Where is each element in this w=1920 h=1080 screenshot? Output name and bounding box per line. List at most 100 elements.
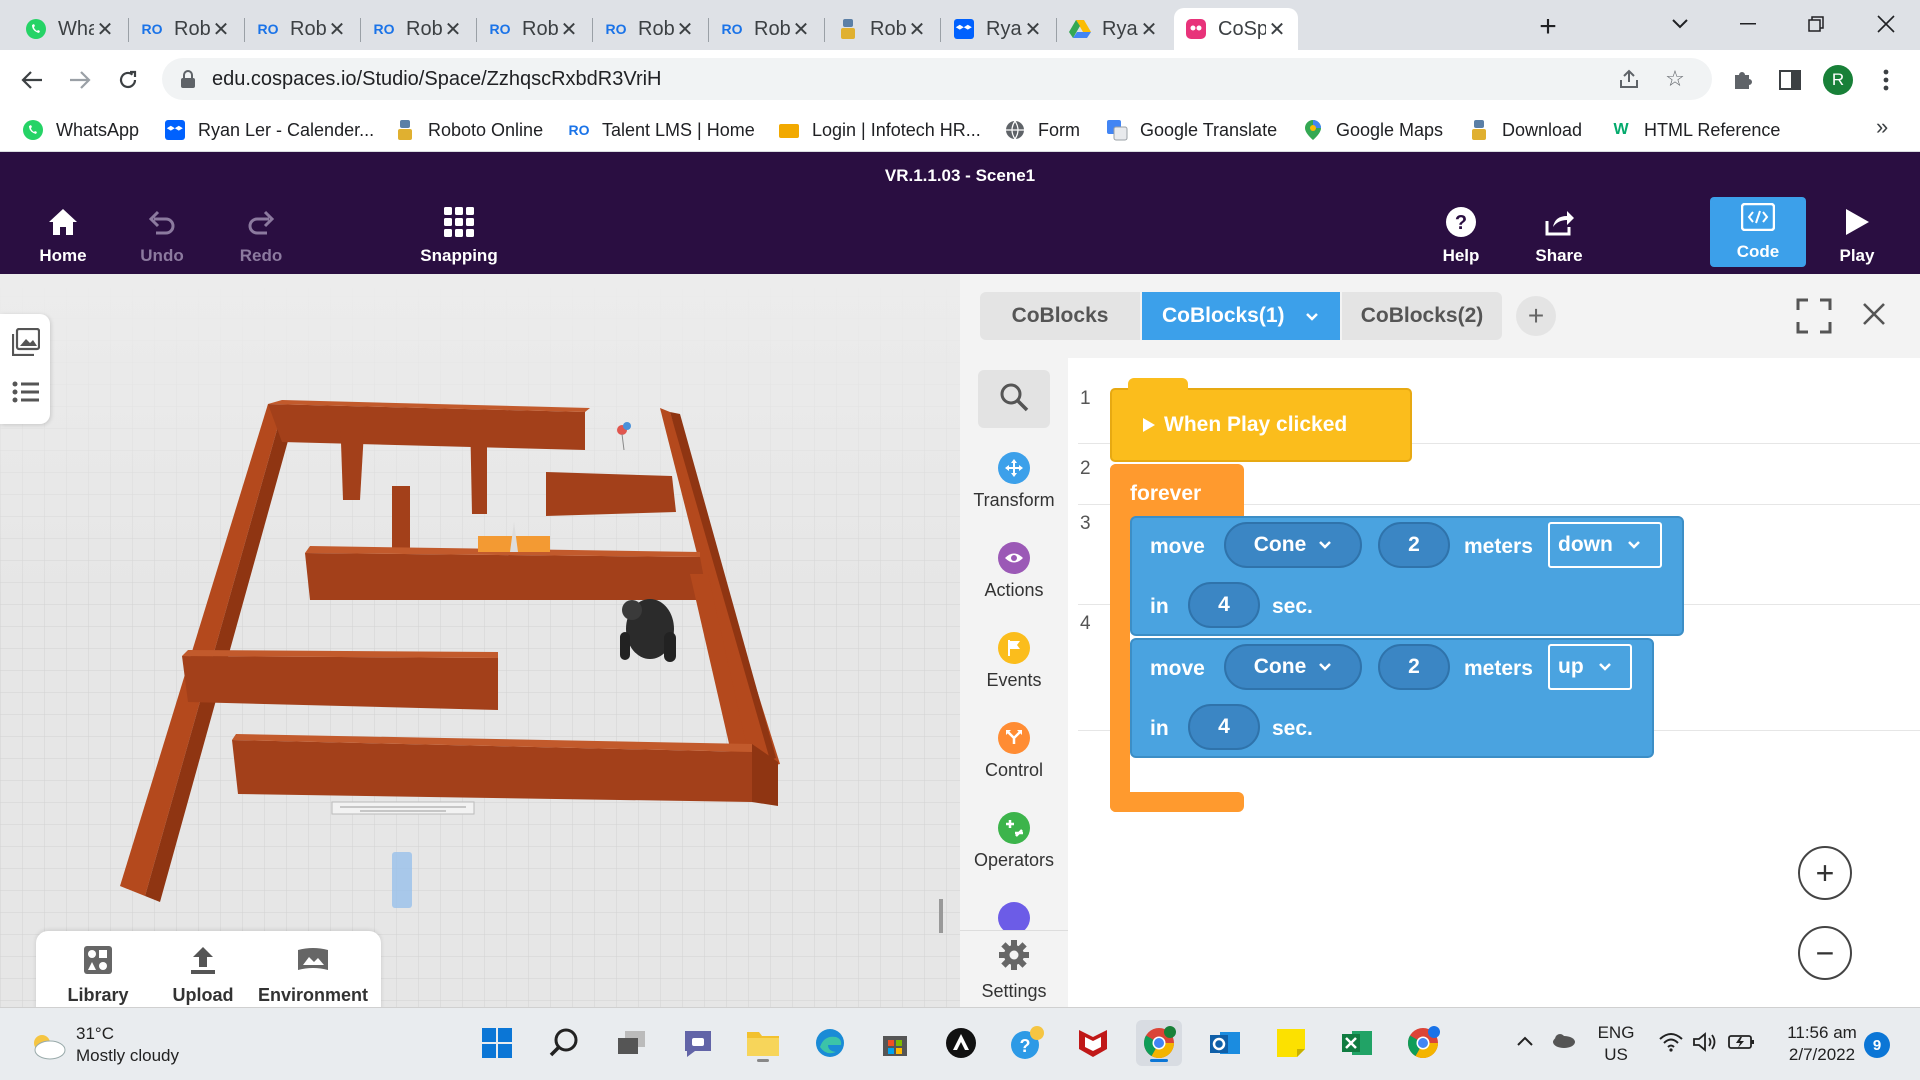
bookmark-item[interactable]: Ryan Ler - Calender... xyxy=(164,116,374,144)
close-window-icon[interactable] xyxy=(1866,6,1906,42)
browser-tab[interactable]: RO Robo✕ xyxy=(478,8,590,50)
browser-tab[interactable]: RO Robo✕ xyxy=(362,8,474,50)
side-panel-icon[interactable] xyxy=(1772,62,1808,98)
close-tab-icon[interactable]: ✕ xyxy=(1138,17,1160,42)
category-operators[interactable]: Operators xyxy=(960,812,1068,871)
fullscreen-icon[interactable] xyxy=(1796,298,1832,334)
add-coblocks-tab-button[interactable]: + xyxy=(1516,296,1556,336)
object-dropdown[interactable]: Cone xyxy=(1224,522,1362,568)
close-tab-icon[interactable]: ✕ xyxy=(1022,17,1044,42)
browser-tab[interactable]: Ryan✕ xyxy=(1058,8,1170,50)
clock[interactable]: 11:56 am 2/7/2022 xyxy=(1772,1022,1872,1066)
new-tab-button[interactable]: + xyxy=(1528,10,1568,44)
outlook-icon[interactable] xyxy=(1202,1020,1248,1066)
category-transform[interactable]: Transform xyxy=(960,452,1068,511)
home-button[interactable]: Home xyxy=(18,200,108,266)
browser-tab[interactable]: CoSp ✕ xyxy=(1174,8,1298,50)
play-button[interactable]: Play xyxy=(1812,200,1902,266)
browser-tab[interactable]: RO Robo✕ xyxy=(246,8,358,50)
share-page-icon[interactable] xyxy=(1614,64,1644,94)
address-bar[interactable]: edu.cospaces.io/Studio/Space/ZzhqscRxbdR… xyxy=(162,58,1712,100)
close-icon[interactable] xyxy=(1854,294,1894,334)
store-icon[interactable] xyxy=(872,1020,918,1066)
onedrive-icon[interactable] xyxy=(1550,1032,1576,1053)
upload-button[interactable]: Upload xyxy=(148,943,258,1006)
scene-viewport[interactable]: Library Upload Environment xyxy=(0,274,960,1007)
share-button[interactable]: Share xyxy=(1514,200,1604,266)
gallery-icon[interactable] xyxy=(11,327,41,361)
chevron-down-icon[interactable] xyxy=(1305,304,1319,328)
duration-input[interactable]: 4 xyxy=(1188,582,1260,628)
profile-avatar[interactable]: R xyxy=(1820,62,1856,98)
snapping-button[interactable]: Snapping xyxy=(414,200,504,266)
close-tab-icon[interactable]: ✕ xyxy=(94,17,116,42)
reload-icon[interactable] xyxy=(110,62,146,98)
bookmarks-more-icon[interactable]: » xyxy=(1876,114,1888,140)
teams-chat-icon[interactable] xyxy=(675,1020,721,1066)
notification-badge[interactable]: 9 xyxy=(1864,1032,1890,1058)
chrome-icon[interactable] xyxy=(1136,1020,1182,1066)
category-control[interactable]: Control xyxy=(960,722,1068,781)
list-icon[interactable] xyxy=(12,380,40,409)
bookmark-item[interactable]: RO Talent LMS | Home xyxy=(568,116,755,144)
start-icon[interactable] xyxy=(474,1020,520,1066)
browser-tab[interactable]: What✕ xyxy=(14,8,126,50)
browser-tab[interactable]: RO Robo✕ xyxy=(710,8,822,50)
extensions-icon[interactable] xyxy=(1724,62,1760,98)
undo-button[interactable]: Undo xyxy=(117,200,207,266)
bookmark-item[interactable]: Download xyxy=(1468,116,1582,144)
search-taskbar-icon[interactable] xyxy=(541,1020,587,1066)
browser-menu-icon[interactable] xyxy=(1868,62,1904,98)
close-tab-icon[interactable]: ✕ xyxy=(558,17,580,42)
search-button[interactable] xyxy=(978,370,1050,428)
help-app-icon[interactable]: ? xyxy=(1004,1020,1050,1066)
bookmark-item[interactable]: Roboto Online xyxy=(394,116,543,144)
duration-input[interactable]: 4 xyxy=(1188,704,1260,750)
zoom-out-button[interactable]: − xyxy=(1798,926,1852,980)
close-tab-icon[interactable]: ✕ xyxy=(674,17,696,42)
tab-search-icon[interactable] xyxy=(1660,6,1700,42)
chrome-profile-icon[interactable] xyxy=(1400,1020,1446,1066)
when-play-clicked-block[interactable]: When Play clicked xyxy=(1110,388,1412,462)
browser-tab[interactable]: RO Robo✕ xyxy=(594,8,706,50)
bookmark-item[interactable]: Google Translate xyxy=(1106,116,1277,144)
tab-coblocks-2[interactable]: CoBlocks(2) xyxy=(1342,292,1502,340)
direction-dropdown[interactable]: down xyxy=(1548,522,1662,568)
library-button[interactable]: Library xyxy=(43,943,153,1006)
settings-button[interactable]: Settings xyxy=(960,930,1068,1007)
move-block-2[interactable]: move Cone 2 meters up in 4 sec. xyxy=(1130,638,1654,758)
language-indicator[interactable]: ENG US xyxy=(1594,1022,1638,1066)
close-tab-icon[interactable]: ✕ xyxy=(326,17,348,42)
task-view-icon[interactable] xyxy=(608,1020,654,1066)
excel-icon[interactable] xyxy=(1334,1020,1380,1066)
close-tab-icon[interactable]: ✕ xyxy=(210,17,232,42)
bookmark-item[interactable]: Google Maps xyxy=(1302,116,1443,144)
code-button[interactable]: Code xyxy=(1710,197,1806,267)
bookmark-item[interactable]: W HTML Reference xyxy=(1610,116,1780,144)
direction-dropdown[interactable]: up xyxy=(1548,644,1632,690)
close-tab-icon[interactable]: ✕ xyxy=(790,17,812,42)
wifi-icon[interactable] xyxy=(1658,1032,1684,1057)
redo-button[interactable]: Redo xyxy=(216,200,306,266)
close-tab-icon[interactable]: ✕ xyxy=(442,17,464,42)
edge-icon[interactable] xyxy=(807,1020,853,1066)
chevron-up-icon[interactable] xyxy=(1516,1034,1534,1052)
bookmark-item[interactable]: Login | Infotech HR... xyxy=(778,116,981,144)
forever-block-footer[interactable] xyxy=(1110,792,1244,812)
bookmark-item[interactable]: Form xyxy=(1004,116,1080,144)
panel-resize-handle[interactable] xyxy=(939,899,943,933)
blue-figure-object[interactable] xyxy=(392,852,412,908)
help-button[interactable]: ? Help xyxy=(1416,200,1506,266)
mcafee-icon[interactable] xyxy=(1070,1020,1116,1066)
minimize-icon[interactable] xyxy=(1728,6,1768,42)
forward-icon[interactable] xyxy=(62,62,98,98)
browser-tab[interactable]: RO Robo✕ xyxy=(130,8,242,50)
close-tab-icon[interactable]: ✕ xyxy=(906,17,928,42)
distance-input[interactable]: 2 xyxy=(1378,644,1450,690)
sign-object[interactable] xyxy=(331,801,475,815)
bookmark-star-icon[interactable]: ☆ xyxy=(1660,64,1690,94)
code-workspace[interactable]: 1 2 3 4 When Play clicked forever move C… xyxy=(1068,358,1920,1007)
file-explorer-icon[interactable] xyxy=(740,1020,786,1066)
battery-icon[interactable] xyxy=(1728,1032,1756,1057)
app-outline-icon[interactable] xyxy=(938,1020,984,1066)
